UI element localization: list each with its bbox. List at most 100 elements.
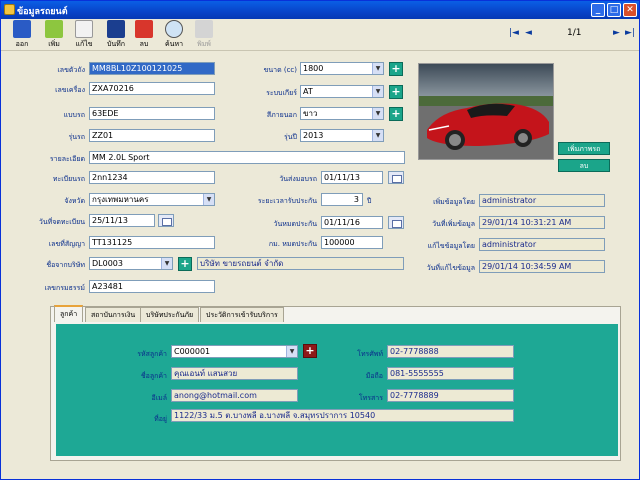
window-title: ข้อมูลรถยนต์ <box>17 7 68 17</box>
exit-icon <box>13 20 31 38</box>
year-label: รุ่นปี <box>284 133 297 141</box>
add-color-button[interactable]: + <box>389 107 403 121</box>
customer-fax-label: โทรสาร <box>358 394 383 402</box>
deliver-field[interactable]: 01/11/13 <box>321 171 383 184</box>
chevron-down-icon[interactable]: ▼ <box>286 346 297 357</box>
model-field[interactable]: 63EDE <box>89 107 215 120</box>
last-page-icon[interactable]: ►| <box>625 28 635 38</box>
print-icon <box>195 20 213 38</box>
tab-insurance[interactable]: บริษัทประกันภัย <box>140 307 200 322</box>
tab-finance[interactable]: สถาบันการเงิน <box>85 307 142 322</box>
exit-label: ออก <box>15 40 29 48</box>
add-icon <box>45 20 63 38</box>
customer-phone-label: โทรศัพท์ <box>357 350 383 358</box>
customer-fax-field: 02-7778889 <box>387 389 514 402</box>
km-label: กม. หมดประกัน <box>268 240 317 248</box>
chevron-down-icon[interactable]: ▼ <box>372 130 383 141</box>
tab-service-history[interactable]: ประวัติการเข้ารับบริการ <box>200 307 284 322</box>
contract-label: เลขที่สัญญา <box>48 240 85 248</box>
province-value: กรุงเทพมหานคร <box>92 195 149 204</box>
customer-code-label: รหัสลูกค้า <box>137 350 167 358</box>
search-icon <box>165 20 183 38</box>
save-button[interactable]: บันทึก <box>101 20 131 50</box>
engine-field[interactable]: ZXA70216 <box>89 82 215 95</box>
add-dealer-button[interactable]: + <box>178 257 192 271</box>
editby-field: administrator <box>479 238 605 251</box>
province-label: จังหวัด <box>64 197 85 205</box>
engine-label: เลขเครื่อง <box>55 86 85 94</box>
minimize-button[interactable]: _ <box>591 3 605 17</box>
gear-value: AT <box>303 87 313 96</box>
gear-select[interactable]: AT ▼ <box>300 85 384 98</box>
delete-picture-button[interactable]: ลบ <box>558 159 610 172</box>
search-button[interactable]: ค้นหา <box>159 20 189 50</box>
delete-icon <box>135 20 153 38</box>
add-size-button[interactable]: + <box>389 62 403 76</box>
maximize-button[interactable]: □ <box>607 3 621 17</box>
chevron-down-icon[interactable]: ▼ <box>372 63 383 74</box>
series-field[interactable]: ZZ01 <box>89 129 215 142</box>
year-select[interactable]: 2013 ▼ <box>300 129 384 142</box>
chevron-down-icon[interactable]: ▼ <box>372 108 383 119</box>
model-label: แบบรถ <box>63 111 85 119</box>
regdate-field[interactable]: 25/11/13 <box>89 214 155 227</box>
add-picture-button[interactable]: เพิ่มภาพรถ <box>558 142 610 155</box>
page-indicator: 1/1 <box>567 28 582 38</box>
km-field[interactable]: 100000 <box>321 236 383 249</box>
print-button[interactable]: พิมพ์ <box>189 20 219 50</box>
chevron-down-icon[interactable]: ▼ <box>372 86 383 97</box>
editdate-label: วันที่แก้ไขข้อมูล <box>426 264 475 272</box>
chevron-down-icon[interactable]: ▼ <box>161 258 172 269</box>
edit-label: แก้ไข <box>75 40 93 48</box>
next-page-icon[interactable]: ► <box>613 28 620 38</box>
save-icon <box>107 20 125 38</box>
size-select[interactable]: 1800 ▼ <box>300 62 384 75</box>
adddate-label: วันที่เพิ่มข้อมูล <box>432 220 475 228</box>
edit-button[interactable]: แก้ไข <box>69 20 99 50</box>
chevron-down-icon[interactable]: ▼ <box>203 194 214 205</box>
customer-email-label: อีเมล์ <box>151 394 167 402</box>
first-page-icon[interactable]: |◄ <box>509 28 519 38</box>
save-label: บันทึก <box>106 40 126 48</box>
detail-label: รายละเอียด <box>49 155 85 163</box>
year-value: 2013 <box>303 131 324 140</box>
exit-button[interactable]: ออก <box>7 20 37 50</box>
dealer-label: ชื่อจากบริษัท <box>46 261 85 269</box>
warranty-field[interactable]: 3 <box>321 193 363 206</box>
prev-page-icon[interactable]: ◄ <box>525 28 532 38</box>
dealer-select[interactable]: DL0003 ▼ <box>89 257 173 270</box>
customer-code-select[interactable]: C000001 ▼ <box>171 345 298 358</box>
customer-email-field: anong@hotmail.com <box>171 389 298 402</box>
addby-field: administrator <box>479 194 605 207</box>
contract-field[interactable]: TT131125 <box>89 236 215 249</box>
calendar-icon[interactable] <box>388 216 404 229</box>
plate-label: ทะเบียนรถ <box>52 175 85 183</box>
edit-icon <box>75 20 93 38</box>
dealer-name-field: บริษัท ขายรถยนต์ จำกัด <box>197 257 404 270</box>
customer-name-label: ชื่อลูกค้า <box>140 372 167 380</box>
print-label: พิมพ์ <box>197 40 211 48</box>
province-select[interactable]: กรุงเทพมหานคร ▼ <box>89 193 215 206</box>
warranty-unit: ปี <box>367 197 372 205</box>
plate-field[interactable]: 2nn1234 <box>89 171 215 184</box>
color-select[interactable]: ขาว ▼ <box>300 107 384 120</box>
editby-label: แก้ไขข้อมูลโดย <box>427 242 475 250</box>
calendar-icon[interactable] <box>158 214 174 227</box>
main-window: ข้อมูลรถยนต์ _ □ ✕ ออก เพิ่ม แก้ไข บันทึ… <box>0 0 640 480</box>
regdate-label: วันที่จดทะเบียน <box>38 218 85 226</box>
delete-label: ลบ <box>139 40 149 48</box>
close-button[interactable]: ✕ <box>623 3 637 17</box>
calendar-icon[interactable] <box>388 171 404 184</box>
policy-field[interactable]: A23481 <box>89 280 215 293</box>
add-customer-button[interactable]: + <box>303 344 317 358</box>
add-button[interactable]: เพิ่ม <box>39 20 69 50</box>
warranty-label: ระยะเวลารับประกัน <box>257 197 317 205</box>
detail-field[interactable]: MM 2.0L Sport <box>89 151 405 164</box>
expire-field[interactable]: 01/11/16 <box>321 216 383 229</box>
car-photo <box>418 63 554 160</box>
tab-customer[interactable]: ลูกค้า <box>54 305 84 322</box>
add-gear-button[interactable]: + <box>389 85 403 99</box>
chassis-field[interactable]: MM8BL10Z100121025 <box>89 62 215 75</box>
adddate-field: 29/01/14 10:31:21 AM <box>479 216 605 229</box>
delete-button[interactable]: ลบ <box>129 20 159 50</box>
